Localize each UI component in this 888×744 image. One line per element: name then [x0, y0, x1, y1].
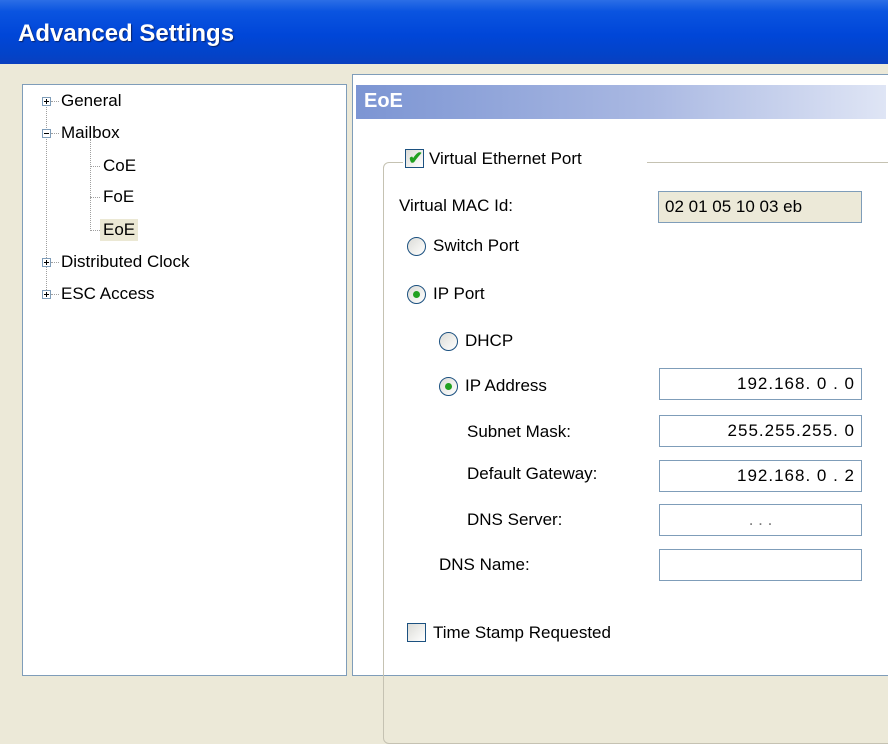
dns-server-label: DNS Server:: [467, 510, 563, 529]
tree-connector: [51, 101, 59, 102]
window-title-bar[interactable]: Advanced Settings: [0, 0, 888, 64]
switch-port-label[interactable]: Switch Port: [433, 235, 519, 257]
tree-item-general[interactable]: General: [61, 90, 121, 112]
virtual-ethernet-checkbox[interactable]: ✔: [405, 148, 424, 168]
section-title: EoE: [364, 90, 403, 112]
section-header: EoE: [356, 85, 886, 119]
expand-general-icon[interactable]: [42, 97, 51, 106]
collapse-mailbox-icon[interactable]: [42, 129, 51, 138]
ip-address-radio[interactable]: [439, 377, 458, 396]
virtual-mac-field[interactable]: 02 01 05 10 03 eb: [658, 191, 862, 223]
ip-port-label[interactable]: IP Port: [433, 283, 485, 305]
dns-server-field[interactable]: . . .: [659, 504, 862, 536]
radio-selected-dot: [413, 291, 420, 298]
tree-connector: [51, 262, 59, 263]
virtual-ethernet-legend[interactable]: ✔ Virtual Ethernet Port: [403, 147, 647, 171]
default-gateway-label: Default Gateway:: [467, 464, 598, 483]
eoe-settings-panel: EoE ✔ Virtual Ethernet Port Virtual MAC …: [352, 74, 888, 744]
virtual-mac-label: Virtual MAC Id:: [399, 196, 514, 215]
switch-port-radio[interactable]: [407, 237, 426, 256]
tree-connector: [51, 294, 59, 295]
dhcp-label[interactable]: DHCP: [465, 330, 513, 352]
radio-selected-dot: [445, 383, 452, 390]
dns-name-field[interactable]: [659, 549, 862, 581]
ip-address-field[interactable]: 192.168. 0 . 0: [659, 368, 862, 400]
ip-address-label[interactable]: IP Address: [465, 375, 547, 397]
tree-item-eoe[interactable]: EoE: [100, 219, 139, 241]
window-title: Advanced Settings: [18, 20, 235, 47]
checkmark-icon: ✔: [408, 148, 424, 168]
expand-esc-access-icon[interactable]: [42, 290, 51, 299]
tree-item-foe[interactable]: FoE: [103, 186, 134, 208]
default-gateway-field[interactable]: 192.168. 0 . 2: [659, 460, 862, 492]
dhcp-radio[interactable]: [439, 332, 458, 351]
tree-item-coe[interactable]: CoE: [103, 155, 136, 177]
ip-port-radio[interactable]: [407, 285, 426, 304]
settings-tree[interactable]: General Mailbox CoE FoE EoE Distributed …: [22, 84, 347, 676]
tree-item-esc-access[interactable]: ESC Access: [61, 283, 155, 305]
tree-connector: [51, 133, 59, 134]
subnet-mask-field[interactable]: 255.255.255. 0: [659, 415, 862, 447]
tree-connector: [90, 139, 91, 231]
time-stamp-label[interactable]: Time Stamp Requested: [433, 622, 611, 644]
tree-connector: [90, 230, 100, 231]
tree-connector: [90, 166, 100, 167]
tree-item-distributed-clock[interactable]: Distributed Clock: [61, 251, 190, 273]
tree-connector: [90, 197, 100, 198]
tree-item-mailbox[interactable]: Mailbox: [61, 122, 120, 144]
expand-distributed-clock-icon[interactable]: [42, 258, 51, 267]
dns-name-label: DNS Name:: [439, 555, 530, 574]
virtual-ethernet-label: Virtual Ethernet Port: [429, 149, 582, 168]
subnet-mask-label: Subnet Mask:: [467, 422, 571, 441]
time-stamp-checkbox[interactable]: [407, 623, 426, 642]
